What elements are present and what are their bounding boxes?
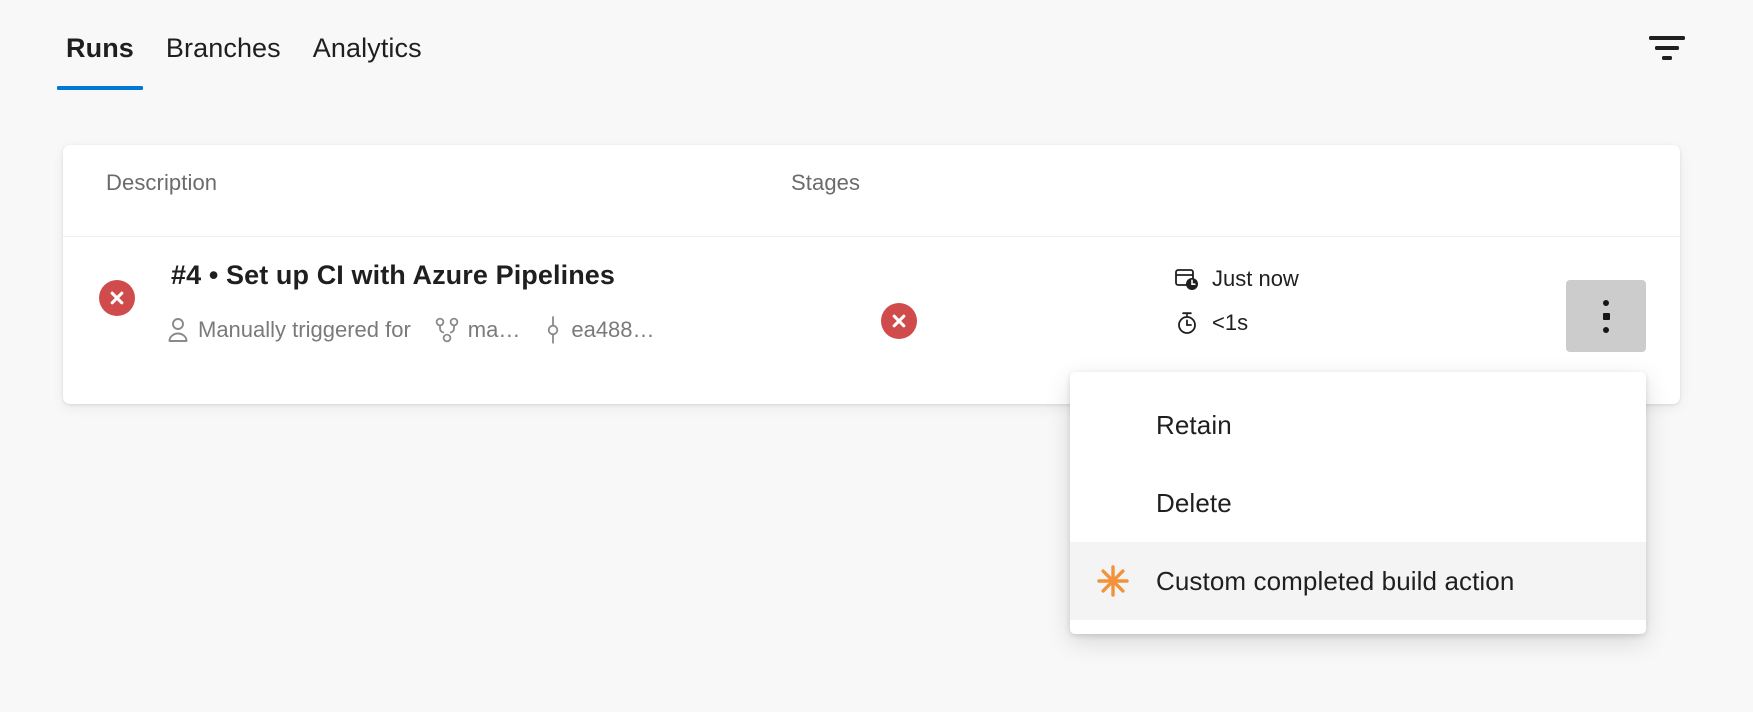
run-time-line: Just now <box>1175 257 1299 301</box>
menu-item-delete[interactable]: Delete <box>1070 464 1646 542</box>
column-header-stages: Stages <box>791 170 860 196</box>
tab-analytics[interactable]: Analytics <box>304 24 431 68</box>
menu-item-retain-label: Retain <box>1156 410 1232 441</box>
error-circle-icon <box>889 311 909 331</box>
more-actions-button[interactable] <box>1566 280 1646 352</box>
tab-branches[interactable]: Branches <box>157 24 290 68</box>
filter-button[interactable] <box>1637 20 1697 76</box>
tab-runs-label: Runs <box>66 33 134 63</box>
tab-analytics-label: Analytics <box>313 33 422 63</box>
asterisk-icon <box>1096 564 1156 598</box>
run-subtitle: Manually triggered for ma… <box>167 316 655 344</box>
error-circle-icon <box>107 288 127 308</box>
runs-table-card: Description Stages #4 • Set up CI with A… <box>63 145 1680 404</box>
commit-hash[interactable]: ea488… <box>571 317 654 343</box>
tab-list: Runs Branches Analytics <box>57 24 431 68</box>
menu-item-custom-completed-build-action[interactable]: Custom completed build action <box>1070 542 1646 620</box>
run-duration-text: <1s <box>1212 310 1248 336</box>
column-header-description: Description <box>106 170 217 196</box>
run-timing: Just now <1s <box>1175 257 1299 345</box>
tab-bar: Runs Branches Analytics <box>0 0 1753 112</box>
pipelines-runs-page: Runs Branches Analytics Description Stag… <box>0 0 1753 712</box>
branch-name[interactable]: ma… <box>468 317 521 343</box>
more-vertical-icon <box>1603 300 1610 333</box>
table-header-row: Description Stages <box>63 145 1680 237</box>
trigger-text: Manually triggered for <box>198 317 411 343</box>
tab-runs[interactable]: Runs <box>57 24 143 68</box>
branch-icon <box>435 317 459 343</box>
menu-item-retain[interactable]: Retain <box>1070 386 1646 464</box>
calendar-clock-icon <box>1175 267 1199 291</box>
commit-icon <box>544 316 562 344</box>
stage-status-badge[interactable] <box>881 303 917 339</box>
filter-icon <box>1649 35 1685 61</box>
menu-item-delete-label: Delete <box>1156 488 1232 519</box>
person-icon <box>167 317 189 343</box>
stopwatch-icon <box>1175 311 1199 335</box>
run-title-link[interactable]: #4 • Set up CI with Azure Pipelines <box>171 260 615 291</box>
run-context-menu: Retain Delete Custom completed build act… <box>1070 372 1646 634</box>
run-time-text: Just now <box>1212 266 1299 292</box>
run-duration-line: <1s <box>1175 301 1299 345</box>
run-status-badge <box>99 280 135 316</box>
tab-branches-label: Branches <box>166 33 281 63</box>
menu-item-custom-label: Custom completed build action <box>1156 566 1514 597</box>
